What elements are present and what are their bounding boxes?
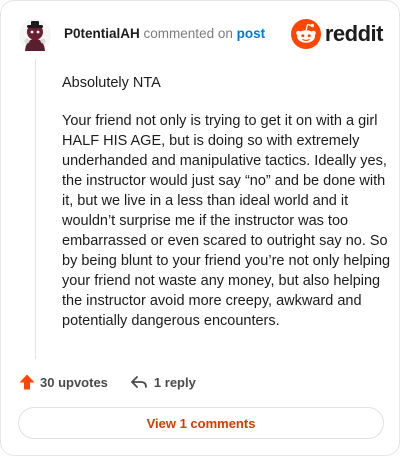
reply-count: 1 reply [153, 374, 196, 390]
reddit-wordmark: reddit [324, 21, 384, 46]
reply-arrow-icon [131, 376, 147, 388]
comment-header: P0tentialAH commented on post reddit [18, 17, 384, 53]
post-link[interactable]: post [237, 26, 266, 41]
upvote-arrow-icon [19, 374, 35, 390]
reddit-logo[interactable]: reddit [290, 17, 384, 51]
username-link[interactable]: P0tentialAH [64, 26, 140, 41]
avatar-icon [19, 19, 51, 51]
reddit-snoo-icon [290, 19, 321, 49]
commented-on-text: commented on [143, 26, 233, 41]
avatar[interactable] [18, 18, 52, 52]
upvote-count: 30 upvotes [40, 374, 108, 390]
thread-line[interactable] [35, 59, 36, 359]
comment-paragraph: Absolutely NTA [62, 75, 161, 91]
comment-card: P0tentialAH commented on post reddit Abs… [0, 0, 400, 456]
reply-button[interactable]: 1 reply [130, 374, 196, 390]
comment-paragraph: Your friend not only is trying to get it… [62, 113, 391, 329]
view-comments-button[interactable]: View 1 comments [18, 407, 384, 439]
comment-actions: 30 upvotes 1 reply [18, 373, 196, 391]
comment-meta: P0tentialAH commented on post [64, 25, 265, 43]
upvote-button[interactable]: 30 upvotes [18, 373, 108, 391]
comment-body: Absolutely NTA Your friend not only is t… [62, 73, 392, 349]
